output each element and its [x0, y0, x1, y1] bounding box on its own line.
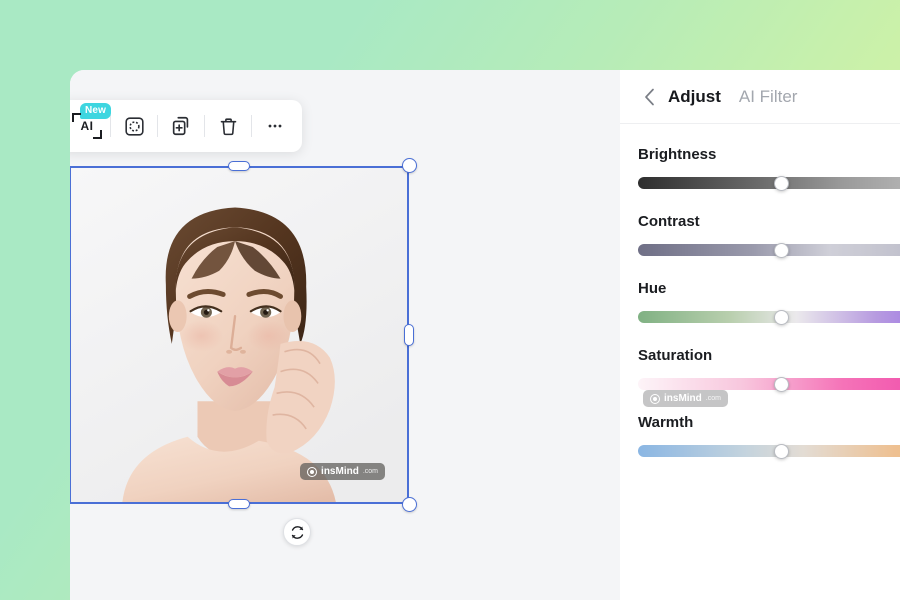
duplicate-icon: [172, 116, 189, 136]
selected-object[interactable]: insMind .com: [70, 158, 417, 512]
ellipsis-icon: [268, 124, 282, 128]
resize-handle-right[interactable]: [404, 324, 414, 346]
resize-handle-top[interactable]: [228, 161, 250, 171]
saturation-slider[interactable]: [638, 376, 900, 392]
panel-body: Brightness Contrast Hue Saturation insMi…: [620, 124, 900, 459]
back-button[interactable]: [638, 86, 660, 108]
contrast-slider-thumb[interactable]: [773, 242, 789, 258]
control-hue: Hue: [638, 280, 900, 325]
tab-adjust[interactable]: Adjust: [668, 87, 721, 107]
adjust-panel: Adjust AI Filter Brightness Contrast Hue…: [620, 70, 900, 600]
panel-watermark-brand: insMind: [664, 393, 702, 404]
portrait-photo[interactable]: insMind .com: [70, 166, 409, 504]
image-watermark: insMind .com: [300, 463, 385, 480]
contrast-slider[interactable]: [638, 242, 900, 258]
resize-handle-bottom-right[interactable]: [402, 497, 417, 512]
watermark-tld: .com: [362, 468, 378, 475]
watermark-brand: insMind: [321, 466, 359, 477]
warmth-slider[interactable]: [638, 443, 900, 459]
control-warmth: insMind .com Warmth: [638, 390, 900, 459]
tab-ai-filter[interactable]: AI Filter: [739, 87, 798, 107]
app-window: New AI insMind .com Adjust AI Filter Bri…: [70, 70, 900, 600]
chevron-left-icon: [644, 88, 654, 105]
rotate-button[interactable]: [283, 518, 311, 546]
brightness-slider[interactable]: [638, 175, 900, 191]
trash-icon: [220, 117, 236, 135]
ai-tool-button[interactable]: New AI: [70, 103, 112, 148]
insmind-logo-icon: [650, 393, 660, 404]
insmind-logo-icon: [307, 466, 318, 477]
contrast-label: Contrast: [638, 213, 700, 230]
duplicate-button[interactable]: [158, 104, 204, 148]
portrait-image: [71, 168, 407, 502]
panel-header: Adjust AI Filter: [620, 70, 900, 124]
rotate-icon: [291, 525, 303, 539]
resize-handle-bottom[interactable]: [228, 499, 250, 509]
control-contrast: Contrast: [638, 213, 900, 258]
hue-slider[interactable]: [638, 309, 900, 325]
control-brightness: Brightness: [638, 146, 900, 191]
object-toolbar: New AI: [70, 100, 302, 152]
brightness-slider-thumb[interactable]: [773, 175, 789, 191]
screen: New AI insMind .com Adjust AI Filter Bri…: [0, 0, 900, 600]
more-options-button[interactable]: [252, 104, 298, 148]
editor-canvas[interactable]: New AI insMind .com: [70, 70, 620, 600]
cutout-icon: [124, 116, 144, 136]
brightness-label: Brightness: [638, 146, 717, 163]
control-saturation: Saturation: [638, 347, 900, 392]
hue-label: Hue: [638, 280, 667, 297]
panel-watermark: insMind .com: [643, 390, 728, 407]
ai-icon: AI: [72, 113, 102, 139]
warmth-slider-thumb[interactable]: [773, 443, 789, 459]
panel-watermark-tld: .com: [705, 395, 721, 402]
saturation-label: Saturation: [638, 347, 713, 364]
hue-slider-thumb[interactable]: [773, 309, 789, 325]
warmth-label: Warmth: [638, 414, 694, 431]
resize-handle-top-right[interactable]: [402, 158, 417, 173]
delete-button[interactable]: [205, 104, 251, 148]
saturation-slider-thumb[interactable]: [773, 376, 789, 392]
remove-background-button[interactable]: [111, 104, 157, 148]
